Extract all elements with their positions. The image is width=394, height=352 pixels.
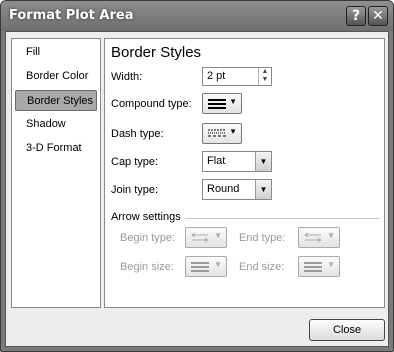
arrow-settings-label: Arrow settings bbox=[111, 211, 181, 223]
panel-heading: Border Styles bbox=[111, 44, 202, 61]
end-type-dropdown[interactable]: ▼ bbox=[298, 227, 340, 248]
begin-type-label: Begin type: bbox=[120, 232, 176, 244]
chevron-down-icon: ▼ bbox=[229, 127, 237, 136]
nav-item-border-styles[interactable]: Border Styles bbox=[15, 90, 97, 111]
end-size-dropdown[interactable]: ▼ bbox=[298, 256, 340, 277]
join-type-value: Round bbox=[207, 183, 240, 195]
chevron-down-icon: ▼ bbox=[327, 231, 335, 240]
dash-type-label: Dash type: bbox=[111, 128, 164, 140]
cap-type-value: Flat bbox=[207, 155, 226, 167]
compound-type-dropdown[interactable]: ▼ bbox=[202, 93, 242, 114]
border-styles-panel: Border Styles Width: 2 pt ▲ ▼ Compound t… bbox=[104, 38, 385, 308]
arrow-size-icon bbox=[304, 262, 322, 272]
help-button[interactable]: ? bbox=[346, 6, 366, 26]
cap-type-select[interactable]: Flat ▼ bbox=[202, 151, 272, 172]
dash-lines-icon bbox=[208, 129, 226, 137]
arrow-type-icon bbox=[191, 232, 209, 243]
divider bbox=[185, 218, 380, 219]
compound-lines-icon bbox=[208, 99, 226, 109]
dash-type-dropdown[interactable]: ▼ bbox=[202, 123, 242, 144]
nav-item-border-color[interactable]: Border Color bbox=[15, 66, 97, 87]
arrow-type-icon bbox=[304, 232, 322, 243]
nav-item-shadow[interactable]: Shadow bbox=[15, 114, 97, 135]
nav-item-3d-format[interactable]: 3-D Format bbox=[15, 138, 97, 159]
begin-size-label: Begin size: bbox=[120, 261, 174, 273]
chevron-down-icon: ▼ bbox=[327, 260, 335, 269]
cap-type-label: Cap type: bbox=[111, 156, 159, 168]
format-plot-area-dialog: Format Plot Area ? ✕ Fill Border Color B… bbox=[0, 0, 394, 352]
spin-up-icon[interactable]: ▲ bbox=[259, 68, 271, 76]
join-type-select[interactable]: Round ▼ bbox=[202, 179, 272, 200]
width-spinner[interactable]: 2 pt ▲ ▼ bbox=[202, 67, 272, 86]
dialog-body: Fill Border Color Border Styles Shadow 3… bbox=[5, 31, 389, 347]
chevron-down-icon: ▼ bbox=[214, 231, 222, 240]
spin-down-icon[interactable]: ▼ bbox=[259, 76, 271, 84]
width-value[interactable]: 2 pt bbox=[207, 70, 225, 82]
nav-item-fill[interactable]: Fill bbox=[15, 42, 97, 63]
chevron-down-icon[interactable]: ▼ bbox=[255, 152, 271, 171]
category-list: Fill Border Color Border Styles Shadow 3… bbox=[11, 38, 101, 308]
compound-type-label: Compound type: bbox=[111, 98, 192, 110]
end-type-label: End type: bbox=[239, 232, 286, 244]
title-bar: Format Plot Area ? ✕ bbox=[1, 1, 393, 31]
close-button[interactable]: Close bbox=[309, 319, 385, 341]
chevron-down-icon: ▼ bbox=[229, 97, 237, 106]
close-window-button[interactable]: ✕ bbox=[368, 6, 388, 26]
begin-type-dropdown[interactable]: ▼ bbox=[185, 227, 227, 248]
width-label: Width: bbox=[111, 71, 143, 83]
chevron-down-icon: ▼ bbox=[214, 260, 222, 269]
arrow-size-icon bbox=[191, 262, 209, 272]
begin-size-dropdown[interactable]: ▼ bbox=[185, 256, 227, 277]
join-type-label: Join type: bbox=[111, 184, 159, 196]
end-size-label: End size: bbox=[239, 261, 285, 273]
width-spin-buttons[interactable]: ▲ ▼ bbox=[258, 68, 271, 85]
dialog-title: Format Plot Area bbox=[9, 8, 134, 23]
chevron-down-icon[interactable]: ▼ bbox=[255, 180, 271, 199]
